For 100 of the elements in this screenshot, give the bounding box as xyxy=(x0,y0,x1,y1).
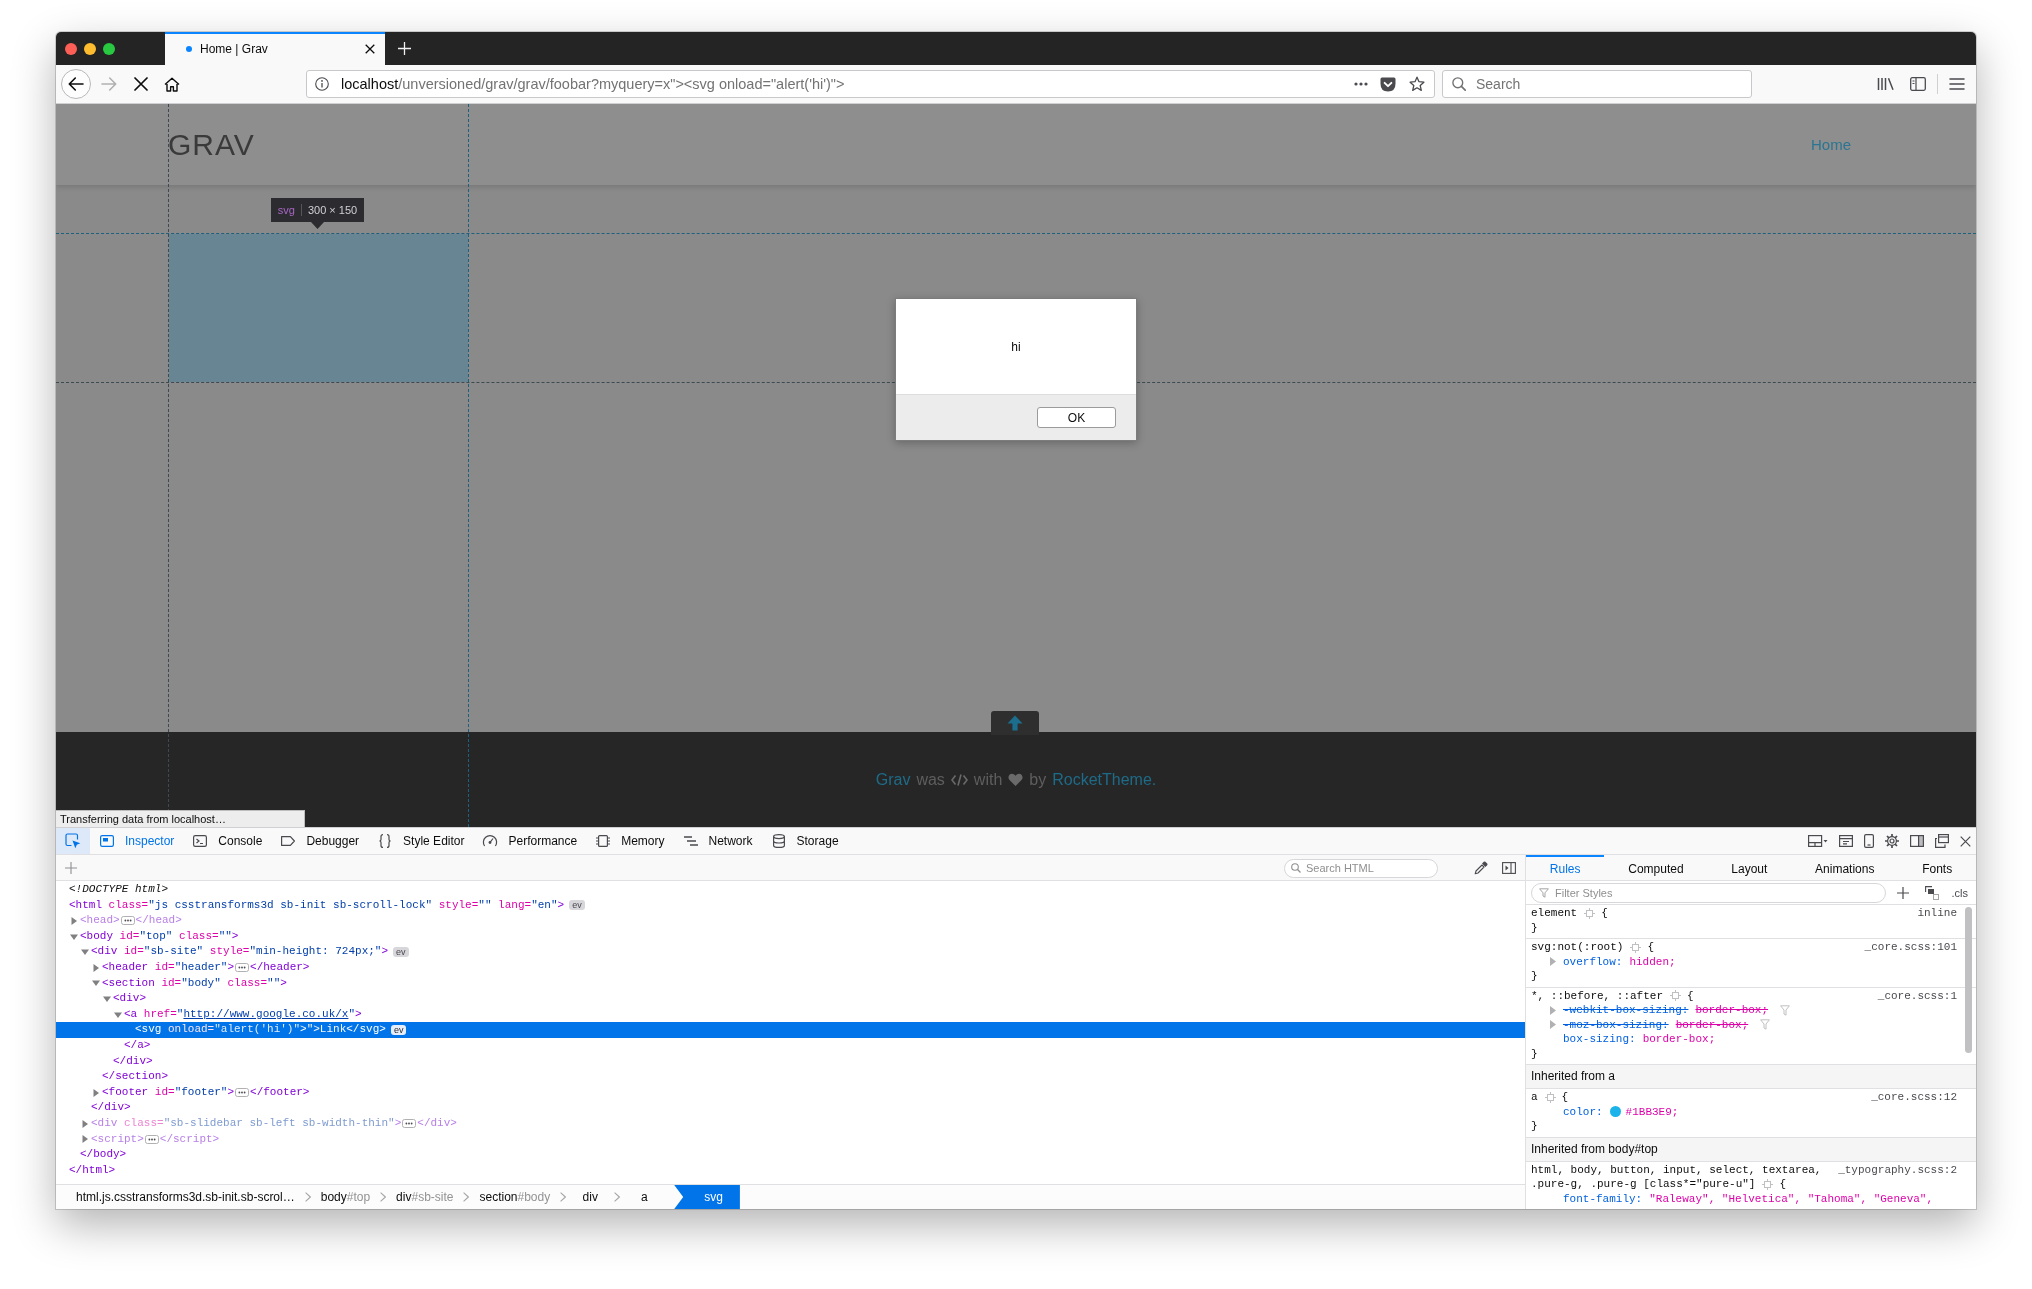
event-badge[interactable]: ev xyxy=(393,947,409,958)
markup-row[interactable]: <!DOCTYPE html> xyxy=(56,882,1525,898)
breadcrumb[interactable]: div#sb-site xyxy=(386,1185,464,1209)
browser-tab[interactable]: Home | Grav xyxy=(165,32,385,65)
markup-row[interactable]: <header id="header"> </header> xyxy=(56,959,1525,976)
sidebar-toggle-icon[interactable] xyxy=(1502,860,1516,875)
rule-selector: html, body, button, input, select, textarea, xyxy=(1531,1162,1822,1177)
markup-row[interactable]: <div id="sb-site" style="min-height: 724px;"> ev xyxy=(56,944,1525,960)
markup-row[interactable]: <section id="body" class=""> xyxy=(56,975,1525,992)
home-icon[interactable] xyxy=(164,76,180,92)
devtools-tab[interactable]: Debugger xyxy=(271,828,369,854)
popout-icon[interactable] xyxy=(1935,834,1949,848)
ellipsis-icon[interactable] xyxy=(402,1119,417,1129)
devtools-tab[interactable]: Performance xyxy=(473,828,587,854)
window-minimize-icon[interactable] xyxy=(84,42,96,55)
triangle-down-icon[interactable] xyxy=(92,979,100,988)
address-field[interactable]: localhost/unversioned/grav/grav/foobar?myquery=x"><svg onload="alert('hi')"> xyxy=(306,70,1435,98)
triangle-down-icon[interactable] xyxy=(103,994,111,1003)
rule-brace: } xyxy=(1531,921,1538,934)
sidebar-tab[interactable]: Animations xyxy=(1791,855,1899,880)
window-icon[interactable] xyxy=(1839,834,1853,848)
layout-menu-icon[interactable] xyxy=(1808,834,1828,848)
markup-row[interactable]: <a href="http://www.google.co.uk/x"> xyxy=(56,1006,1525,1023)
close-icon[interactable] xyxy=(365,43,375,54)
ellipsis-icon[interactable] xyxy=(120,916,135,926)
css-value: border-box; xyxy=(1642,1032,1716,1047)
markup-row[interactable]: <body id="top" class=""> xyxy=(56,928,1525,945)
markup-row[interactable]: </body> xyxy=(56,1147,1525,1163)
markup-text: <script> xyxy=(91,1131,144,1147)
rule-source-link[interactable]: _typography.scss:2 xyxy=(1838,1162,1957,1177)
ellipsis-icon[interactable] xyxy=(235,1088,250,1097)
triangle-right-icon[interactable] xyxy=(92,1088,100,1097)
breadcrumb[interactable]: body#top xyxy=(310,1185,381,1209)
dock-side-icon[interactable] xyxy=(1910,834,1924,848)
back-button[interactable] xyxy=(61,69,91,99)
cross-icon[interactable] xyxy=(134,77,148,91)
color-swatch-icon[interactable] xyxy=(1609,1106,1621,1118)
markup-row[interactable]: </div> xyxy=(56,1100,1525,1116)
star-icon[interactable] xyxy=(1409,76,1425,92)
scrollbar-thumb[interactable] xyxy=(1965,907,1972,1053)
devtools-tab[interactable]: Storage xyxy=(761,828,848,854)
picker-button[interactable] xyxy=(56,828,90,854)
rule-source-link[interactable]: inline xyxy=(1917,906,1957,921)
triangle-down-icon[interactable] xyxy=(70,932,78,941)
sidebar-tab[interactable]: Computed xyxy=(1604,855,1708,880)
ellipsis-icon[interactable] xyxy=(144,1134,159,1144)
devtools-tab[interactable]: Inspector xyxy=(90,828,184,854)
markup-text: <header id="header"> xyxy=(102,959,235,975)
markup-row[interactable]: <div> xyxy=(56,991,1525,1007)
settings-icon[interactable] xyxy=(1885,834,1899,848)
window-close-icon[interactable] xyxy=(65,42,77,55)
markup-row[interactable]: </html> xyxy=(56,1162,1525,1179)
menu-icon[interactable] xyxy=(1949,78,1965,90)
devtools-tab[interactable]: Network xyxy=(673,828,762,854)
markup-row[interactable]: </section> xyxy=(56,1069,1525,1085)
event-badge[interactable]: ev xyxy=(569,900,585,911)
breadcrumb[interactable]: div xyxy=(566,1185,615,1209)
devtools-tab[interactable]: Memory xyxy=(586,828,674,854)
sidebar-icon[interactable] xyxy=(1910,77,1926,91)
rule-source-link[interactable]: _core.scss:12 xyxy=(1871,1090,1957,1105)
search-field[interactable]: Search HTML xyxy=(1284,858,1438,878)
overlap-squares-icon[interactable] xyxy=(1925,885,1939,900)
info-icon[interactable] xyxy=(315,77,329,91)
devtools-tab[interactable]: Console xyxy=(183,828,272,854)
sidebar-tab[interactable]: Fonts xyxy=(1898,855,1976,880)
markup-row[interactable]: </a> xyxy=(56,1037,1525,1054)
window-maximize-icon[interactable] xyxy=(103,42,115,55)
breadcrumb[interactable]: svg xyxy=(674,1185,740,1209)
breadcrumb[interactable]: a xyxy=(620,1185,669,1209)
triangle-right-icon[interactable] xyxy=(81,1135,89,1144)
devtools-tab[interactable]: Style Editor xyxy=(368,828,474,854)
breadcrumb[interactable]: html.js.csstransforms3d.sb-init.sb-scrol… xyxy=(66,1185,305,1209)
sidebar-tab[interactable]: Layout xyxy=(1707,855,1792,880)
markup-row[interactable]: </div> xyxy=(56,1053,1525,1070)
books-icon[interactable] xyxy=(1877,77,1895,91)
filter-field[interactable]: Filter Styles xyxy=(1531,882,1886,903)
markup-link[interactable]: http://www.google.co.uk/x xyxy=(183,1007,349,1020)
markup-row[interactable]: <html class="js csstransforms3d sb-init sb-scroll-lock" style="" lang="en"> ev xyxy=(56,897,1525,914)
phone-icon[interactable] xyxy=(1864,834,1874,848)
triangle-right-icon[interactable] xyxy=(92,963,100,972)
rule-source-link[interactable]: _core.scss:1 xyxy=(1877,988,1957,1003)
more-icon[interactable] xyxy=(1354,82,1368,86)
triangle-down-icon[interactable] xyxy=(114,1010,122,1019)
close-icon[interactable] xyxy=(1960,835,1971,847)
ok-button[interactable]: OK xyxy=(1037,407,1116,428)
cls-button[interactable]: .cls xyxy=(1951,886,1968,899)
shield-chevron-icon[interactable] xyxy=(1380,76,1396,92)
event-badge[interactable]: ev xyxy=(390,1025,407,1036)
ellipsis-icon[interactable] xyxy=(235,963,250,973)
triangle-down-icon[interactable] xyxy=(81,948,89,957)
markup-text: </div> xyxy=(91,1100,131,1116)
back-to-top-button[interactable] xyxy=(991,711,1039,735)
rule-source-link[interactable]: _core.scss:101 xyxy=(1864,940,1957,955)
eyedropper-icon[interactable] xyxy=(1474,860,1488,875)
markup-row[interactable]: <footer id="footer"> </footer> xyxy=(56,1084,1525,1101)
breadcrumb[interactable]: section#body xyxy=(469,1185,561,1209)
sidebar-tab[interactable]: Rules xyxy=(1526,855,1605,880)
search-field[interactable]: Search xyxy=(1442,70,1752,98)
triangle-right-icon[interactable] xyxy=(81,1119,89,1128)
triangle-right-icon[interactable] xyxy=(70,917,78,925)
